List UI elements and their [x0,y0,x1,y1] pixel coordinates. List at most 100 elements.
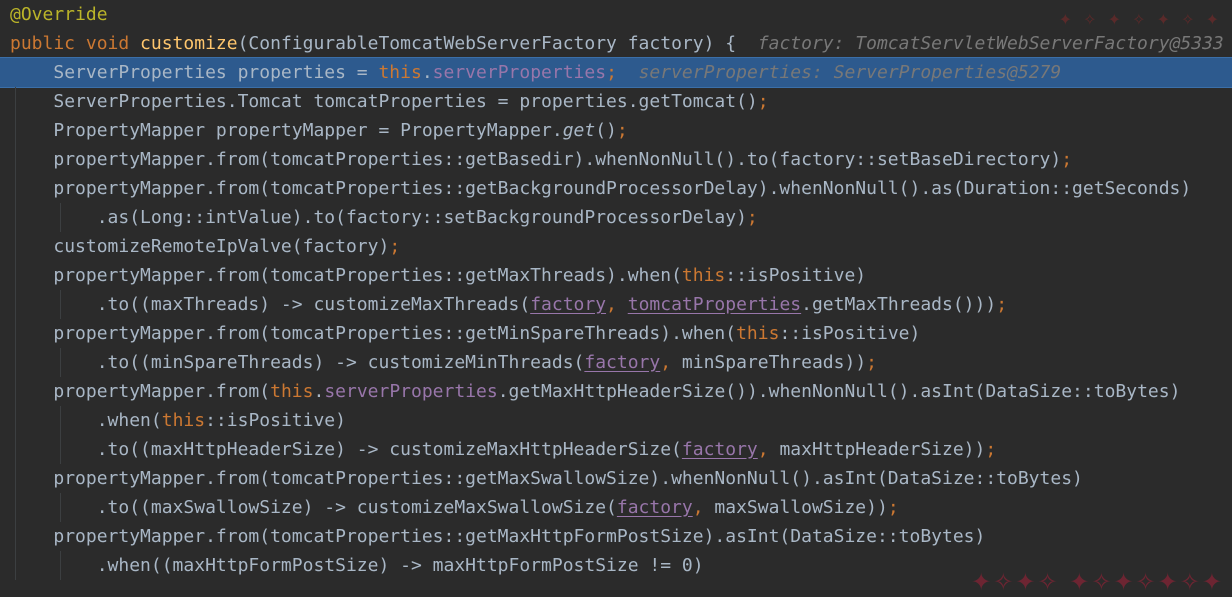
code-token: ServerProperties.Tomcat tomcatProperties… [53,91,758,112]
code-token: customizeRemoteIpValve(factory) [53,236,390,257]
indent-guide [15,145,16,174]
code-line[interactable]: .to((maxThreads) -> customizeMaxThreads(… [0,290,1232,319]
code-line[interactable]: propertyMapper.from(tomcatProperties::ge… [0,522,1232,551]
indent-guide [15,522,16,551]
code-line[interactable]: customizeRemoteIpValve(factory); [0,232,1232,261]
code-line[interactable]: ServerProperties.Tomcat tomcatProperties… [0,87,1232,116]
code-token: .to((maxHttpHeaderSize) -> customizeMaxH… [96,439,682,460]
code-token: factory [616,497,693,518]
code-token: ; [389,236,401,257]
code-token: ; [887,497,899,518]
code-line[interactable]: PropertyMapper propertyMapper = Property… [0,116,1232,145]
code-line[interactable]: propertyMapper.from(tomcatProperties::ge… [0,174,1232,203]
indent-guide [60,290,61,319]
code-token: .to((maxSwallowSize) -> customizeMaxSwal… [96,497,617,518]
code-token: ; [616,120,628,141]
code-token: ::isPositive) [779,323,921,344]
code-token: .getMaxThreads())) [801,294,997,315]
code-token: .when((maxHttpFormPostSize) -> maxHttpFo… [96,555,704,576]
code-line[interactable]: .to((maxHttpHeaderSize) -> customizeMaxH… [0,435,1232,464]
code-token: . [313,381,325,402]
code-token: ; [1061,149,1073,170]
code-token: .getMaxHttpHeaderSize()).whenNonNull().a… [497,381,1181,402]
indent-guide [15,232,16,261]
code-token: serverProperties [324,381,498,402]
code-token: propertyMapper.from(tomcatProperties::ge… [53,323,737,344]
code-line[interactable]: propertyMapper.from(tomcatProperties::ge… [0,464,1232,493]
code-line[interactable]: public void customize(ConfigurableTomcat… [0,29,1232,58]
code-token: this [681,265,726,286]
code-token: propertyMapper.from(tomcatProperties::ge… [53,526,986,547]
current-code-line[interactable]: ServerProperties properties = this.serve… [0,57,1232,88]
inline-debug-value: factory: TomcatServletWebServerFactory@5… [757,33,1224,54]
indent-guide [15,464,16,493]
code-token: , [692,497,715,518]
indent-guide [60,493,61,522]
code-token: ; [985,439,997,460]
code-token: factory [530,294,607,315]
code-line[interactable]: propertyMapper.from(this.serverPropertie… [0,377,1232,406]
code-token: this [270,381,314,402]
indent-guide [15,348,16,377]
code-token: maxHttpHeaderSize)) [779,439,986,460]
code-token: maxSwallowSize)) [714,497,888,518]
code-token: factory [681,439,758,460]
indent-guide [15,87,16,116]
code-line[interactable]: .to((minSpareThreads) -> customizeMinThr… [0,348,1232,377]
code-token: @Override [10,4,108,25]
code-token: serverProperties [432,62,607,83]
indent-guide [60,551,61,580]
code-token: tomcatProperties [627,294,802,315]
indent-guide [15,174,16,203]
code-token: ; [746,207,758,228]
code-token: this [161,410,206,431]
code-token: .to((minSpareThreads) -> customizeMinThr… [96,352,585,373]
code-token: ::isPositive) [205,410,346,431]
code-token: customize [140,33,238,54]
code-token: void [85,33,141,54]
indent-guide [15,319,16,348]
code-token: . [421,62,433,83]
code-lines: @Override public void customize(Configura… [0,0,1232,580]
code-token: , [757,439,780,460]
indent-guide [60,435,61,464]
code-line[interactable]: propertyMapper.from(tomcatProperties::ge… [0,319,1232,348]
code-token: (ConfigurableTomcatWebServerFactory fact… [237,33,758,54]
code-line[interactable]: @Override [0,0,1232,29]
code-line[interactable]: .when((maxHttpFormPostSize) -> maxHttpFo… [0,551,1232,580]
code-token: public [10,33,86,54]
code-token: .to((maxThreads) -> customizeMaxThreads( [96,294,531,315]
code-token: this [378,62,422,83]
code-line[interactable]: propertyMapper.from(tomcatProperties::ge… [0,261,1232,290]
indent-guide [15,116,16,145]
code-token: ; [606,62,639,83]
code-line[interactable]: .when(this::isPositive) [0,406,1232,435]
code-line[interactable]: .to((maxSwallowSize) -> customizeMaxSwal… [0,493,1232,522]
code-token: , [660,352,682,373]
indent-guide [60,203,61,232]
code-token: minSpareThreads)) [681,352,867,373]
indent-guide [15,551,16,580]
code-token: ::isPositive) [725,265,867,286]
code-editor[interactable]: @Override public void customize(Configura… [0,0,1232,597]
code-token: ; [866,352,877,373]
code-token: propertyMapper.from(tomcatProperties::ge… [53,468,1083,489]
indent-guide [60,406,61,435]
indent-guide [15,261,16,290]
code-token: () [595,120,617,141]
code-line[interactable]: .as(Long::intValue).to(factory::setBackg… [0,203,1232,232]
code-line[interactable]: propertyMapper.from(tomcatProperties::ge… [0,145,1232,174]
code-token: propertyMapper.from(tomcatProperties::ge… [53,265,682,286]
